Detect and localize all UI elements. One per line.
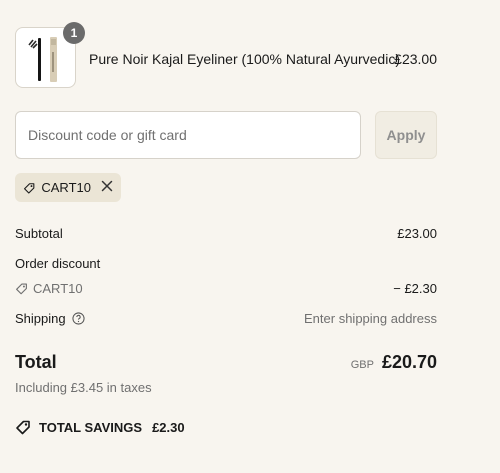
total-savings-label: TOTAL SAVINGS: [39, 419, 143, 435]
subtotal-value: £23.00: [397, 226, 437, 241]
discount-code-input[interactable]: [15, 111, 361, 159]
shipping-value: Enter shipping address: [304, 311, 437, 326]
remove-discount-button[interactable]: [101, 180, 113, 195]
apply-discount-button[interactable]: Apply: [375, 111, 437, 159]
shipping-label: Shipping: [15, 311, 66, 326]
quantity-badge: 1: [63, 22, 85, 44]
total-label: Total: [15, 352, 57, 372]
discount-value: − £2.30: [393, 281, 437, 296]
order-discount-label: Order discount: [15, 256, 101, 271]
tag-icon: [16, 420, 30, 435]
product-name: Pure Noir Kajal Eyeliner (100% Natural A…: [89, 51, 400, 67]
order-discount-row: CART10 − £2.30: [15, 281, 437, 298]
product-thumbnail: 1: [15, 22, 85, 88]
subtotal-row: Subtotal £23.00: [15, 226, 437, 241]
tag-icon: [24, 182, 35, 194]
subtotal-label: Subtotal: [15, 226, 63, 241]
total-savings: TOTAL SAVINGS £2.30: [15, 419, 185, 435]
tag-icon: [16, 283, 27, 295]
total-savings-value: £2.30: [152, 419, 185, 435]
close-icon: [101, 180, 113, 192]
product-price: £23.00: [394, 51, 437, 67]
applied-discount-code: CART10: [41, 180, 91, 195]
total-amount: £20.70: [381, 352, 437, 372]
cart-line-item: 1 Pure Noir Kajal Eyeliner (100% Natural…: [15, 22, 437, 88]
tax-note: Including £3.45 in taxes: [15, 380, 152, 395]
help-circle-icon[interactable]: [72, 312, 85, 325]
shipping-row: Shipping Enter shipping address: [15, 311, 437, 326]
total-currency: GBP: [350, 359, 374, 371]
applied-discount-chip: CART10: [15, 173, 121, 202]
discount-code-label: CART10: [33, 281, 83, 296]
total-value: GBP £20.70: [351, 352, 437, 373]
